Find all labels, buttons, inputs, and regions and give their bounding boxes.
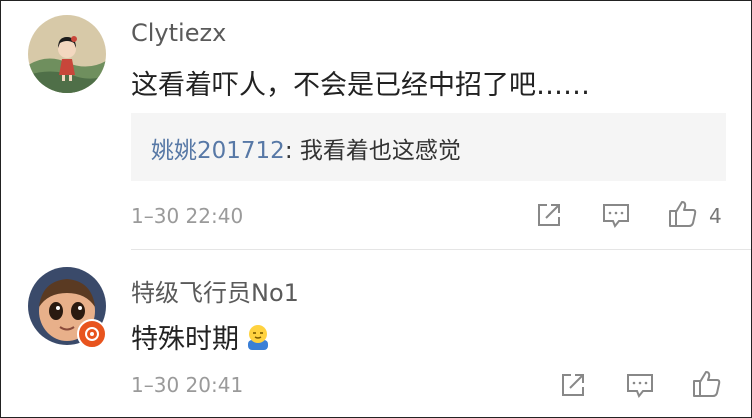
comment-item: Clytiezx 这看着吓人，不会是已经中招了吧…… 姚姚201712: 我看着…	[1, 1, 751, 249]
share-icon[interactable]	[558, 370, 588, 400]
thumbs-up-icon[interactable]	[667, 198, 697, 228]
comment-time: 1–30 20:41	[131, 373, 244, 397]
comment-username[interactable]: Clytiezx	[131, 19, 226, 47]
like-count: 4	[709, 204, 722, 228]
reply-separator: :	[284, 138, 300, 164]
reply-preview[interactable]: 姚姚201712: 我看着也这感觉	[131, 113, 726, 181]
reply-text: 我看着也这感觉	[299, 138, 461, 164]
reply-username[interactable]: 姚姚201712	[151, 138, 285, 164]
comment-text: 这看着吓人，不会是已经中招了吧……	[131, 70, 590, 101]
comment-icon[interactable]	[625, 370, 655, 400]
comment-text-content: 特殊时期	[131, 324, 239, 355]
verified-badge-icon	[77, 319, 107, 349]
emoji-icon	[243, 322, 273, 359]
comment-username[interactable]: 特级飞行员No1	[131, 273, 299, 308]
share-icon[interactable]	[534, 200, 564, 230]
thumbs-up-icon[interactable]	[691, 368, 721, 398]
comment-time: 1–30 22:40	[131, 204, 244, 228]
avatar[interactable]	[28, 15, 106, 93]
comment-icon[interactable]	[601, 200, 631, 230]
comment-text: 特殊时期	[131, 317, 273, 359]
